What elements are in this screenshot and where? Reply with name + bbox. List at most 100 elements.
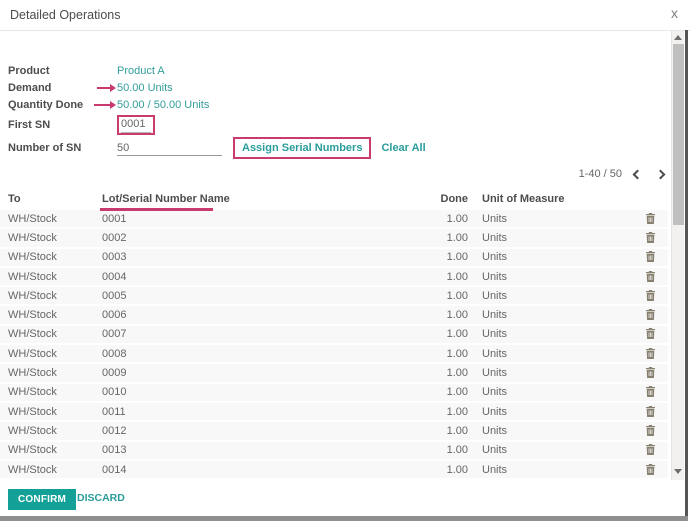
table-row[interactable]: WH/Stock00081.00Units (0, 345, 668, 364)
cell-done: 1.00 (402, 328, 468, 340)
table-row[interactable]: WH/Stock00141.00Units (0, 461, 668, 480)
cell-uom: Units (468, 367, 588, 379)
annotation-arrow-icon (94, 104, 110, 106)
cell-lot: 0003 (102, 251, 402, 263)
previous-page-icon[interactable] (633, 169, 643, 179)
cell-to: WH/Stock (0, 464, 102, 476)
operations-form: Product Product A Demand 50.00 Units Qua… (8, 62, 568, 160)
cell-uom: Units (468, 425, 588, 437)
cell-lot: 0006 (102, 309, 402, 321)
delete-row-icon[interactable] (632, 444, 668, 456)
cell-lot: 0002 (102, 232, 402, 244)
delete-row-icon[interactable] (632, 232, 668, 244)
table-header-row: To Lot/Serial Number Name Done Unit of M… (0, 190, 668, 207)
table-row[interactable]: WH/Stock00061.00Units (0, 306, 668, 325)
cell-to: WH/Stock (0, 213, 102, 225)
cell-done: 1.00 (402, 406, 468, 418)
trash-icon (646, 271, 655, 282)
table-row[interactable]: WH/Stock00111.00Units (0, 403, 668, 422)
table-row[interactable]: WH/Stock00071.00Units (0, 326, 668, 345)
cell-lot: 0008 (102, 348, 402, 360)
delete-row-icon[interactable] (632, 328, 668, 340)
table-row[interactable]: WH/Stock00041.00Units (0, 268, 668, 287)
cell-to: WH/Stock (0, 348, 102, 360)
table-row[interactable]: WH/Stock00131.00Units (0, 442, 668, 461)
annotation-box (117, 115, 155, 135)
detailed-operations-dialog: Detailed Operations x Product Product A … (0, 0, 690, 528)
delete-row-icon[interactable] (632, 251, 668, 263)
cell-lot: 0007 (102, 328, 402, 340)
delete-row-icon[interactable] (632, 290, 668, 302)
dialog-header: Detailed Operations x (0, 0, 690, 31)
table-row[interactable]: WH/Stock00121.00Units (0, 422, 668, 441)
table-row[interactable]: WH/Stock00101.00Units (0, 384, 668, 403)
cell-lot: 0014 (102, 464, 402, 476)
clear-all-link[interactable]: Clear All (381, 142, 425, 154)
table-row[interactable]: WH/Stock00091.00Units (0, 364, 668, 383)
header-uom[interactable]: Unit of Measure (468, 193, 588, 205)
cell-lot: 0009 (102, 367, 402, 379)
delete-row-icon[interactable] (632, 309, 668, 321)
cell-lot: 0004 (102, 271, 402, 283)
cell-to: WH/Stock (0, 232, 102, 244)
cell-to: WH/Stock (0, 251, 102, 263)
number-of-sn-label: Number of SN (8, 142, 117, 154)
discard-button[interactable]: DISCARD (77, 492, 125, 504)
confirm-button[interactable]: CONFIRM (8, 489, 76, 510)
table-row[interactable]: WH/Stock00031.00Units (0, 249, 668, 268)
cell-uom: Units (468, 271, 588, 283)
trash-icon (646, 406, 655, 417)
product-link[interactable]: Product A (117, 65, 165, 77)
cell-to: WH/Stock (0, 309, 102, 321)
cell-done: 1.00 (402, 309, 468, 321)
next-page-icon[interactable] (656, 169, 666, 179)
delete-row-icon[interactable] (632, 348, 668, 360)
delete-row-icon[interactable] (632, 213, 668, 225)
cell-uom: Units (468, 348, 588, 360)
trash-icon (646, 213, 655, 224)
delete-row-icon[interactable] (632, 386, 668, 398)
serial-numbers-table: To Lot/Serial Number Name Done Unit of M… (0, 190, 668, 480)
cell-lot: 0013 (102, 444, 402, 456)
window-right-border (685, 30, 688, 521)
cell-lot: 0012 (102, 425, 402, 437)
scrollbar-thumb[interactable] (673, 44, 684, 225)
delete-row-icon[interactable] (632, 464, 668, 476)
cell-to: WH/Stock (0, 271, 102, 283)
delete-row-icon[interactable] (632, 271, 668, 283)
delete-row-icon[interactable] (632, 406, 668, 418)
pager: 1-40 / 50 (579, 166, 664, 182)
pager-range: 1-40 / 50 (579, 168, 622, 180)
cell-to: WH/Stock (0, 425, 102, 437)
header-done[interactable]: Done (402, 193, 468, 205)
table-row[interactable]: WH/Stock00021.00Units (0, 229, 668, 248)
trash-icon (646, 348, 655, 359)
cell-uom: Units (468, 464, 588, 476)
cell-lot: 0011 (102, 406, 402, 418)
table-row[interactable]: WH/Stock00051.00Units (0, 287, 668, 306)
header-lot[interactable]: Lot/Serial Number Name (102, 193, 402, 205)
cell-done: 1.00 (402, 464, 468, 476)
cell-to: WH/Stock (0, 406, 102, 418)
cell-done: 1.00 (402, 232, 468, 244)
assign-serial-numbers-button[interactable]: Assign Serial Numbers (233, 137, 371, 159)
cell-done: 1.00 (402, 386, 468, 398)
scrollbar[interactable] (671, 31, 684, 480)
scroll-down-icon[interactable] (674, 469, 682, 474)
close-icon[interactable]: x (671, 5, 678, 21)
delete-row-icon[interactable] (632, 425, 668, 437)
delete-row-icon[interactable] (632, 367, 668, 379)
scroll-up-icon[interactable] (674, 35, 682, 40)
header-to[interactable]: To (0, 193, 102, 205)
cell-uom: Units (468, 232, 588, 244)
annotation-arrow-icon (97, 87, 110, 89)
first-sn-input[interactable] (121, 117, 151, 133)
cell-uom: Units (468, 290, 588, 302)
annotation-underline (100, 208, 213, 211)
table-row[interactable]: WH/Stock00011.00Units (0, 210, 668, 229)
number-of-sn-input[interactable] (117, 140, 222, 156)
cell-lot: 0005 (102, 290, 402, 302)
cell-uom: Units (468, 444, 588, 456)
product-label: Product (8, 65, 117, 77)
trash-icon (646, 232, 655, 243)
